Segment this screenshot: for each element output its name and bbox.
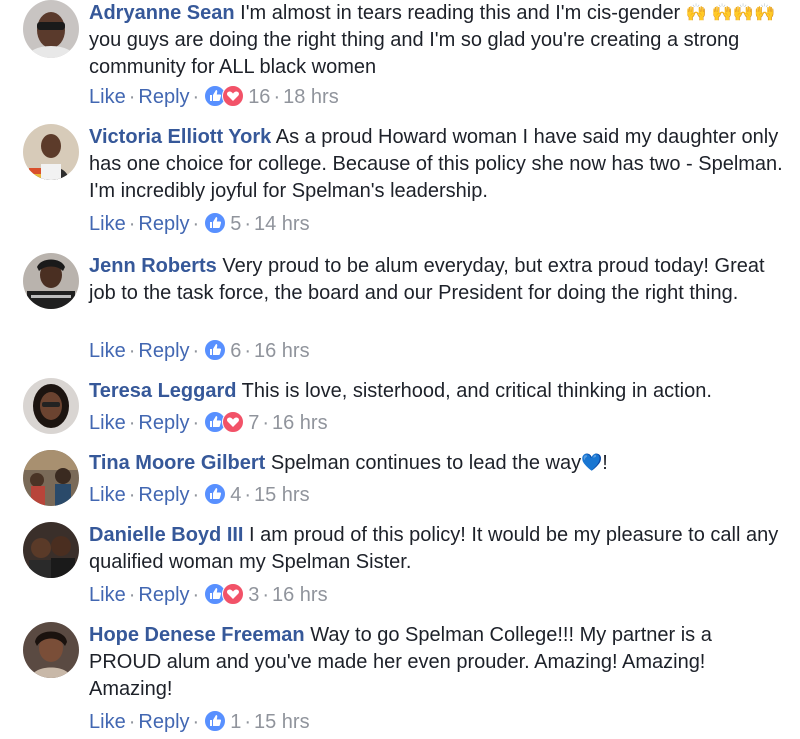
blue-heart-emoji-icon: 💙: [581, 453, 603, 472]
avatar[interactable]: [23, 622, 79, 678]
comment-author[interactable]: Jenn Roberts: [89, 255, 217, 277]
comment-text-continued: you guys are doing the right thing and I…: [89, 29, 740, 78]
like-reaction-icon: [204, 483, 227, 505]
reaction-count: 7: [248, 412, 260, 434]
avatar[interactable]: [23, 253, 79, 309]
comment-timestamp[interactable]: 16 hrs: [272, 584, 328, 606]
separator: ·: [128, 484, 136, 506]
separator: ·: [192, 340, 200, 362]
comment-author[interactable]: Victoria Elliott York: [89, 126, 271, 148]
reply-button[interactable]: Reply: [138, 213, 189, 235]
comment-timestamp[interactable]: 14 hrs: [254, 213, 310, 235]
like-button[interactable]: Like: [89, 412, 126, 434]
raised-hands-emoji-icon: 🙌 🙌🙌🙌: [685, 3, 776, 22]
separator: ·: [244, 213, 251, 235]
comment-author[interactable]: Teresa Leggard: [89, 380, 236, 402]
reply-button[interactable]: Reply: [138, 584, 189, 606]
separator: ·: [192, 711, 200, 733]
comment-actions: Like · Reply · 4 · 15 hrs: [89, 482, 310, 508]
reply-button[interactable]: Reply: [138, 340, 189, 362]
comment-author[interactable]: Adryanne Sean: [89, 2, 235, 24]
separator: ·: [244, 484, 251, 506]
like-button[interactable]: Like: [89, 340, 126, 362]
comment-body: Adryanne Sean I'm almost in tears readin…: [89, 0, 789, 81]
reactions-summary[interactable]: [204, 339, 227, 361]
reply-button[interactable]: Reply: [138, 711, 189, 733]
reactions-summary[interactable]: [204, 85, 245, 107]
comment-text: Spelman continues to lead the way: [270, 452, 582, 474]
like-reaction-icon: [204, 212, 227, 234]
comment-author[interactable]: Tina Moore Gilbert: [89, 452, 265, 474]
comment-author[interactable]: Hope Denese Freeman: [89, 624, 305, 646]
reaction-count: 6: [230, 340, 242, 362]
reaction-count: 1: [230, 711, 242, 733]
reply-button[interactable]: Reply: [138, 86, 189, 108]
separator: ·: [192, 213, 200, 235]
comment-body: Jenn Roberts Very proud to be alum every…: [89, 253, 789, 307]
separator: ·: [128, 412, 136, 434]
separator: ·: [192, 484, 200, 506]
comment-actions: Like · Reply · 16 · 18 hrs: [89, 84, 339, 110]
separator: ·: [128, 340, 136, 362]
avatar[interactable]: [23, 124, 79, 180]
reactions-summary[interactable]: [204, 212, 227, 234]
comment-timestamp[interactable]: 18 hrs: [283, 86, 339, 108]
like-button[interactable]: Like: [89, 86, 126, 108]
comment-body: Victoria Elliott York As a proud Howard …: [89, 124, 789, 205]
comment-timestamp[interactable]: 16 hrs: [272, 412, 328, 434]
comment-body: Hope Denese Freeman Way to go Spelman Co…: [89, 622, 789, 703]
reactions-summary[interactable]: [204, 483, 227, 505]
separator: ·: [192, 584, 200, 606]
comment-body: Danielle Boyd III I am proud of this pol…: [89, 522, 789, 576]
like-button[interactable]: Like: [89, 484, 126, 506]
separator: ·: [128, 213, 136, 235]
comment-actions: Like · Reply · 7 · 16 hrs: [89, 410, 328, 436]
separator: ·: [128, 86, 136, 108]
comment-author[interactable]: Danielle Boyd III: [89, 524, 243, 546]
separator: ·: [262, 412, 269, 434]
comment-timestamp[interactable]: 15 hrs: [254, 484, 310, 506]
separator: ·: [244, 340, 251, 362]
separator: ·: [273, 86, 281, 108]
reactions-summary[interactable]: [204, 583, 245, 605]
comment-actions: Like · Reply · 3 · 16 hrs: [89, 582, 328, 608]
separator: ·: [192, 412, 200, 434]
comment-actions: Like · Reply · 6 · 16 hrs: [89, 338, 310, 364]
like-reaction-icon: [204, 339, 227, 361]
reactions-summary[interactable]: [204, 411, 245, 433]
comment-timestamp[interactable]: 15 hrs: [254, 711, 310, 733]
comment-actions: Like · Reply · 1 · 15 hrs: [89, 709, 310, 735]
like-button[interactable]: Like: [89, 711, 126, 733]
reaction-count: 16: [248, 86, 271, 108]
comment-text: I'm almost in tears reading this and I'm…: [240, 2, 686, 24]
love-reaction-icon: [222, 583, 245, 605]
reaction-count: 3: [248, 584, 260, 606]
avatar[interactable]: [23, 522, 79, 578]
like-button[interactable]: Like: [89, 213, 126, 235]
comment-body: Tina Moore Gilbert Spelman continues to …: [89, 450, 789, 477]
reply-button[interactable]: Reply: [138, 412, 189, 434]
separator: ·: [128, 584, 136, 606]
reactions-summary[interactable]: [204, 710, 227, 732]
reaction-count: 5: [230, 213, 242, 235]
avatar[interactable]: [23, 378, 79, 434]
separator: ·: [244, 711, 251, 733]
love-reaction-icon: [222, 411, 245, 433]
like-reaction-icon: [204, 710, 227, 732]
love-reaction-icon: [222, 85, 245, 107]
reaction-count: 4: [230, 484, 242, 506]
reply-button[interactable]: Reply: [138, 484, 189, 506]
like-button[interactable]: Like: [89, 584, 126, 606]
separator: ·: [192, 86, 200, 108]
comment-text-continued: !: [602, 452, 608, 474]
comment-body: Teresa Leggard This is love, sisterhood,…: [89, 378, 789, 405]
avatar[interactable]: [23, 0, 79, 58]
separator: ·: [262, 584, 269, 606]
separator: ·: [128, 711, 136, 733]
comment-actions: Like · Reply · 5 · 14 hrs: [89, 211, 310, 237]
comment-text: This is love, sisterhood, and critical t…: [241, 380, 712, 402]
comment-timestamp[interactable]: 16 hrs: [254, 340, 310, 362]
avatar[interactable]: [23, 450, 79, 506]
